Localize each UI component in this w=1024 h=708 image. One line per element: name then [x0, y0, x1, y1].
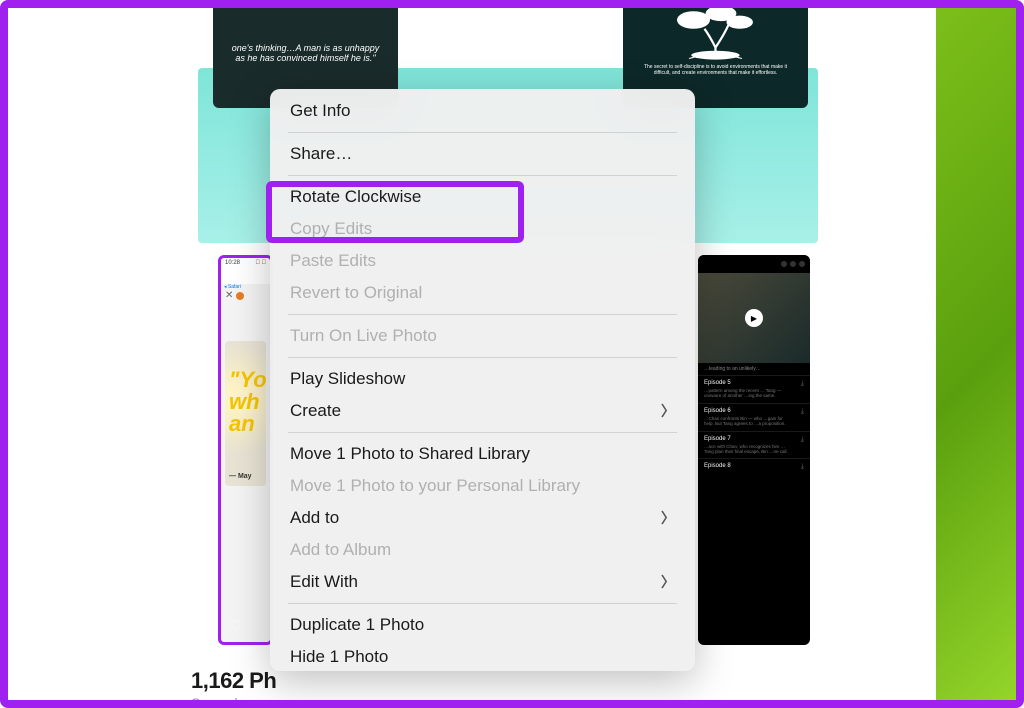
menu-add-album[interactable]: Add to Album	[270, 534, 695, 566]
heart-icon[interactable]: ♡	[229, 617, 242, 634]
menu-separator	[288, 432, 677, 433]
menu-rotate-clockwise[interactable]: Rotate Clockwise	[270, 181, 695, 213]
menu-hide[interactable]: Hide 1 Photo	[270, 641, 695, 667]
menu-duplicate[interactable]: Duplicate 1 Photo	[270, 609, 695, 641]
menu-create[interactable]: Create〉	[270, 395, 695, 427]
sync-status-label: Synced w	[191, 695, 252, 708]
author-text: — May	[229, 473, 252, 480]
chevron-right-icon: 〉	[661, 401, 675, 421]
menu-get-info[interactable]: Get Info	[270, 95, 695, 127]
list-item[interactable]: Episode 5 …pattern among the recent … Ta…	[698, 375, 810, 403]
menu-live-photo[interactable]: Turn On Live Photo	[270, 320, 695, 352]
download-icon[interactable]: ⤓	[801, 380, 804, 388]
list-item[interactable]: Episode 6 …Chan confronts Bin — who …gai…	[698, 403, 810, 431]
play-icon[interactable]: ▶	[745, 309, 763, 327]
close-icon[interactable]: ✕	[225, 290, 233, 301]
menu-revert[interactable]: Revert to Original	[270, 277, 695, 309]
download-icon[interactable]: ⤓	[801, 463, 804, 471]
quote-card: "Yo wh an — May	[225, 341, 266, 486]
screenshot-statusbar: 10:28 􀙇 􀛨	[221, 258, 270, 284]
series-tagline: …leading to an unlikely…	[698, 363, 810, 375]
menu-separator	[288, 314, 677, 315]
caption-text: The secret to self-discipline is to avoi…	[623, 64, 808, 76]
menu-edit-with[interactable]: Edit With〉	[270, 566, 695, 598]
menu-play-slideshow[interactable]: Play Slideshow	[270, 363, 695, 395]
list-item[interactable]: Episode 8 ⤓	[698, 458, 810, 475]
quote-text: "Yo wh an	[229, 369, 266, 435]
menu-separator	[288, 132, 677, 133]
chevron-right-icon: 〉	[661, 572, 675, 592]
menu-copy-edits[interactable]: Copy Edits	[270, 213, 695, 245]
context-menu: Get Info Share… Rotate Clockwise Copy Ed…	[270, 89, 695, 671]
bonsai-icon	[623, 0, 808, 64]
menu-move-shared[interactable]: Move 1 Photo to Shared Library	[270, 438, 695, 470]
menu-add-to[interactable]: Add to〉	[270, 502, 695, 534]
photo-thumbnail[interactable]: ▶ …leading to an unlikely… Episode 5 …pa…	[698, 255, 810, 645]
screenshot-viewport: one's thinking…A man is as unhappy as he…	[0, 0, 1024, 708]
photo-thumbnail-selected[interactable]: 10:28 􀙇 􀛨 ◂ Safari ✕ "Yo wh an — May ♡	[218, 255, 273, 645]
chevron-right-icon: 〉	[661, 508, 675, 528]
menu-share[interactable]: Share…	[270, 138, 695, 170]
menu-paste-edits[interactable]: Paste Edits	[270, 245, 695, 277]
photo-count-label: 1,162 Ph	[191, 668, 276, 694]
menu-separator	[288, 175, 677, 176]
avatar	[236, 292, 244, 300]
cast-icon	[790, 261, 796, 267]
close-icon	[799, 261, 805, 267]
header-row: ✕	[221, 290, 270, 301]
quote-text: one's thinking…A man is as unhappy as he…	[227, 43, 384, 63]
menu-move-personal[interactable]: Move 1 Photo to your Personal Library	[270, 470, 695, 502]
download-icon[interactable]: ⤓	[801, 408, 804, 416]
video-hero: ▶	[698, 273, 810, 363]
action-icon	[781, 261, 787, 267]
menu-separator	[288, 603, 677, 604]
app-header	[698, 255, 810, 273]
download-icon[interactable]: ⤓	[801, 436, 804, 444]
photos-app-window: one's thinking…A man is as unhappy as he…	[8, 8, 928, 700]
menu-separator	[288, 357, 677, 358]
list-item[interactable]: Episode 7 …ace with Chan, who recognizes…	[698, 431, 810, 459]
desktop-wallpaper	[936, 8, 1024, 700]
